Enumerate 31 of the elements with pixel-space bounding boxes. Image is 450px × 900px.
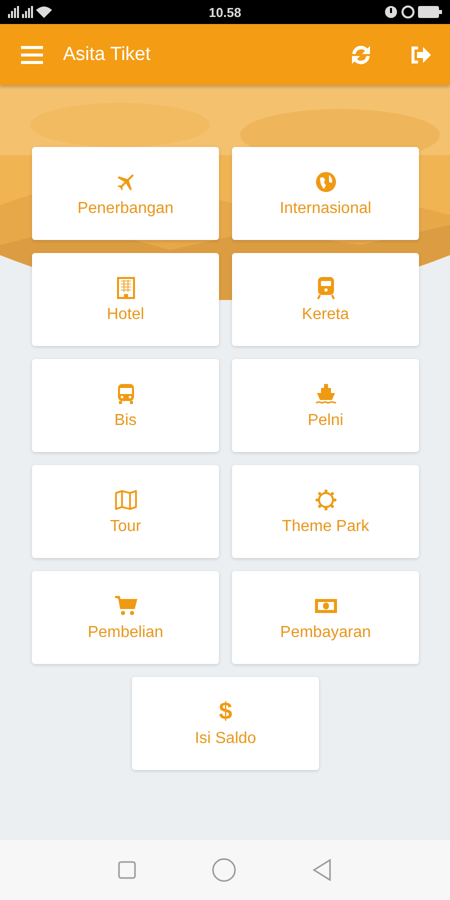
clock-icon: [400, 5, 415, 19]
dollar-icon: $: [218, 700, 232, 724]
clock-time: 10.58: [208, 4, 242, 20]
logout-icon[interactable]: [410, 44, 432, 64]
menu-card[interactable]: Penerbangan: [32, 147, 219, 240]
alarm-icon: [384, 5, 398, 19]
menu-card[interactable]: Pembayaran: [232, 571, 419, 664]
signal-icon: [22, 6, 33, 18]
wifi-icon: [36, 6, 52, 18]
battery-icon: [418, 6, 442, 18]
square-icon[interactable]: [118, 861, 136, 879]
menu-card[interactable]: Hotel: [32, 253, 219, 346]
map-icon: [114, 488, 138, 512]
menu-card[interactable]: $ Isi Saldo: [132, 677, 319, 770]
menu-card[interactable]: Internasional: [232, 147, 419, 240]
cart-icon: [114, 594, 138, 618]
menu-card[interactable]: Tour: [32, 465, 219, 558]
app-title: Asita Tiket: [63, 44, 152, 66]
back-icon[interactable]: [312, 859, 332, 881]
ship-icon: [314, 382, 338, 406]
menu-card[interactable]: Kereta: [232, 253, 419, 346]
menu-card[interactable]: Theme Park: [232, 465, 419, 558]
sun-icon: [314, 488, 338, 512]
circle-icon[interactable]: [212, 858, 236, 882]
menu-card[interactable]: Pembelian: [32, 571, 219, 664]
menu-card[interactable]: Pelni: [232, 359, 419, 452]
signal-icon: [8, 6, 19, 18]
refresh-icon[interactable]: [350, 44, 372, 66]
menu-card[interactable]: Bis: [32, 359, 219, 452]
globe-icon: [314, 170, 338, 194]
menu-icon[interactable]: [21, 46, 43, 64]
